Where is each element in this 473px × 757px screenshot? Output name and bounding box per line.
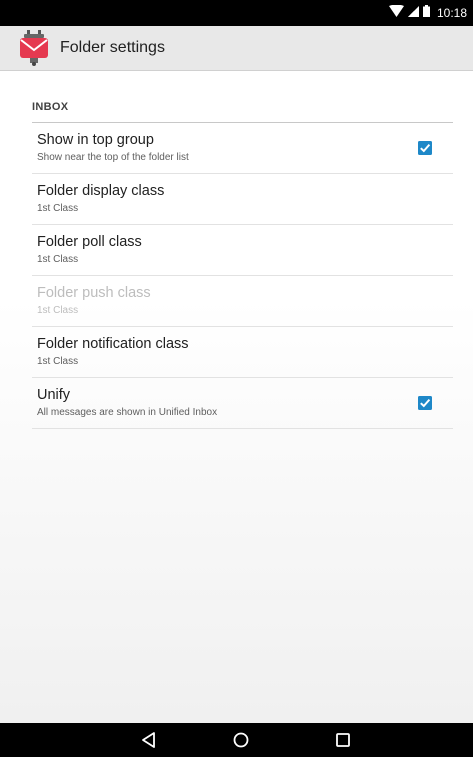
signal-icon bbox=[407, 4, 419, 22]
pref-folder-push-class: Folder push class 1st Class bbox=[32, 276, 453, 327]
unify-checkbox[interactable] bbox=[418, 396, 432, 410]
pref-title: Folder poll class bbox=[37, 234, 142, 250]
action-bar: Folder settings bbox=[0, 26, 473, 71]
status-bar: 10:18 bbox=[0, 0, 473, 26]
back-icon[interactable] bbox=[139, 731, 159, 749]
preferences-screen: INBOX Show in top group Show near the to… bbox=[0, 71, 473, 723]
screen: 10:18 Folder settings INBOX Show in top … bbox=[0, 0, 473, 757]
pref-summary: Show near the top of the folder list bbox=[37, 152, 189, 163]
show-in-top-group-checkbox[interactable] bbox=[418, 141, 432, 155]
battery-icon bbox=[422, 4, 430, 22]
pref-folder-display-class[interactable]: Folder display class 1st Class bbox=[32, 174, 453, 225]
pref-summary: 1st Class bbox=[37, 356, 79, 367]
page-title: Folder settings bbox=[60, 39, 165, 56]
status-time: 10:18 bbox=[436, 6, 467, 20]
k9-mail-icon[interactable] bbox=[18, 30, 50, 66]
pref-summary: 1st Class bbox=[37, 203, 79, 214]
pref-title: Folder push class bbox=[37, 285, 151, 301]
pref-folder-poll-class[interactable]: Folder poll class 1st Class bbox=[32, 225, 453, 276]
category-header: INBOX bbox=[32, 101, 453, 123]
home-icon[interactable] bbox=[231, 731, 251, 749]
pref-title: Unify bbox=[37, 387, 71, 403]
preference-list: Show in top group Show near the top of t… bbox=[32, 123, 453, 429]
pref-summary: 1st Class bbox=[37, 305, 79, 316]
pref-show-in-top-group[interactable]: Show in top group Show near the top of t… bbox=[32, 123, 453, 174]
pref-summary: All messages are shown in Unified Inbox bbox=[37, 407, 218, 418]
pref-title: Folder notification class bbox=[37, 336, 189, 352]
pref-unify[interactable]: Unify All messages are shown in Unified … bbox=[32, 378, 453, 429]
pref-title: Show in top group bbox=[37, 132, 154, 148]
wifi-icon bbox=[388, 4, 404, 22]
pref-summary: 1st Class bbox=[37, 254, 79, 265]
pref-folder-notification-class[interactable]: Folder notification class 1st Class bbox=[32, 327, 453, 378]
recents-icon[interactable] bbox=[333, 731, 353, 749]
pref-title: Folder display class bbox=[37, 183, 165, 199]
navigation-bar bbox=[0, 723, 473, 757]
